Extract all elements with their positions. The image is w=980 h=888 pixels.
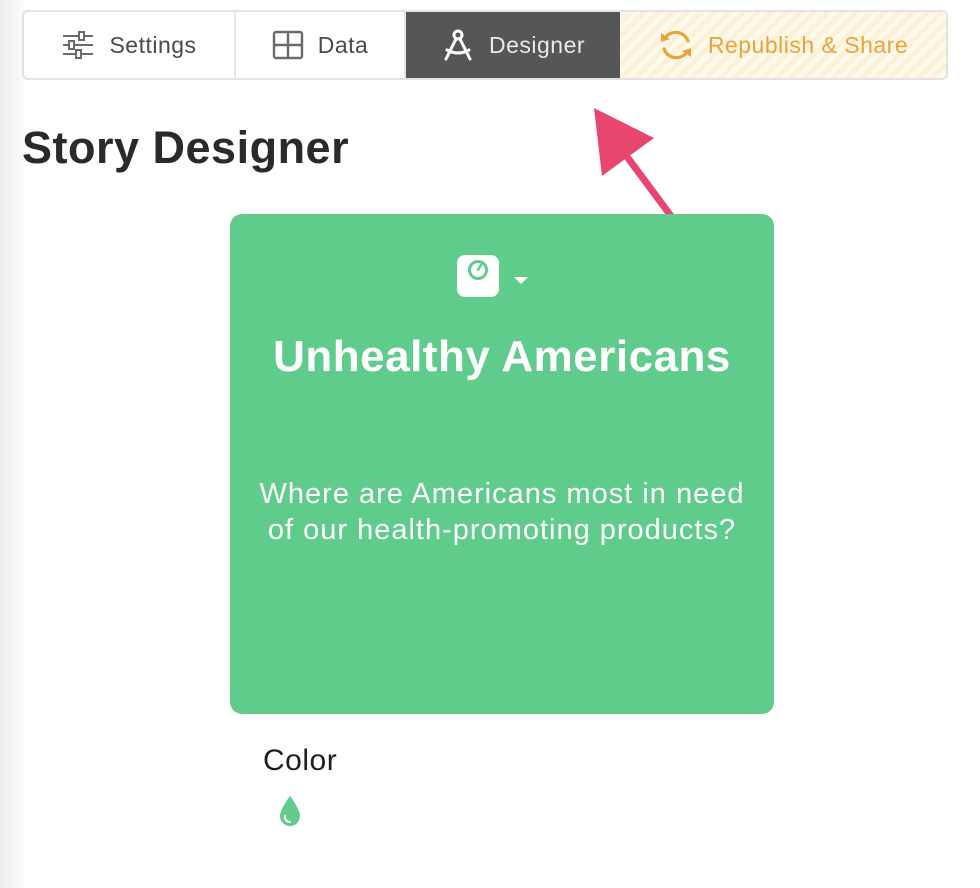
tab-republish-share[interactable]: Republish & Share bbox=[620, 12, 946, 78]
sliders-icon bbox=[61, 31, 95, 59]
chevron-down-icon bbox=[514, 277, 528, 284]
tab-designer[interactable]: Designer bbox=[406, 12, 620, 78]
page-title: Story Designer bbox=[22, 122, 350, 173]
grid-icon bbox=[272, 30, 304, 60]
scale-icon bbox=[456, 254, 500, 303]
tab-data[interactable]: Data bbox=[236, 12, 406, 78]
card-subtitle[interactable]: Where are Americans most in need of our … bbox=[250, 476, 754, 548]
refresh-icon bbox=[658, 27, 694, 63]
tab-settings-label: Settings bbox=[109, 31, 197, 58]
tab-data-label: Data bbox=[317, 31, 369, 58]
tab-settings[interactable]: Settings bbox=[24, 12, 236, 78]
tab-republish-label: Republish & Share bbox=[707, 31, 909, 58]
tab-designer-label: Designer bbox=[488, 31, 586, 58]
toolbar: Settings Data Designer Republish & Share bbox=[22, 10, 948, 80]
left-panel-edge bbox=[0, 0, 24, 888]
compass-icon bbox=[441, 28, 475, 62]
color-label: Color bbox=[263, 744, 338, 777]
card-title[interactable]: Unhealthy Americans bbox=[230, 332, 774, 382]
droplet-icon[interactable] bbox=[277, 794, 303, 833]
story-card[interactable]: Unhealthy Americans Where are Americans … bbox=[230, 214, 774, 714]
card-icon-picker[interactable] bbox=[456, 254, 528, 303]
